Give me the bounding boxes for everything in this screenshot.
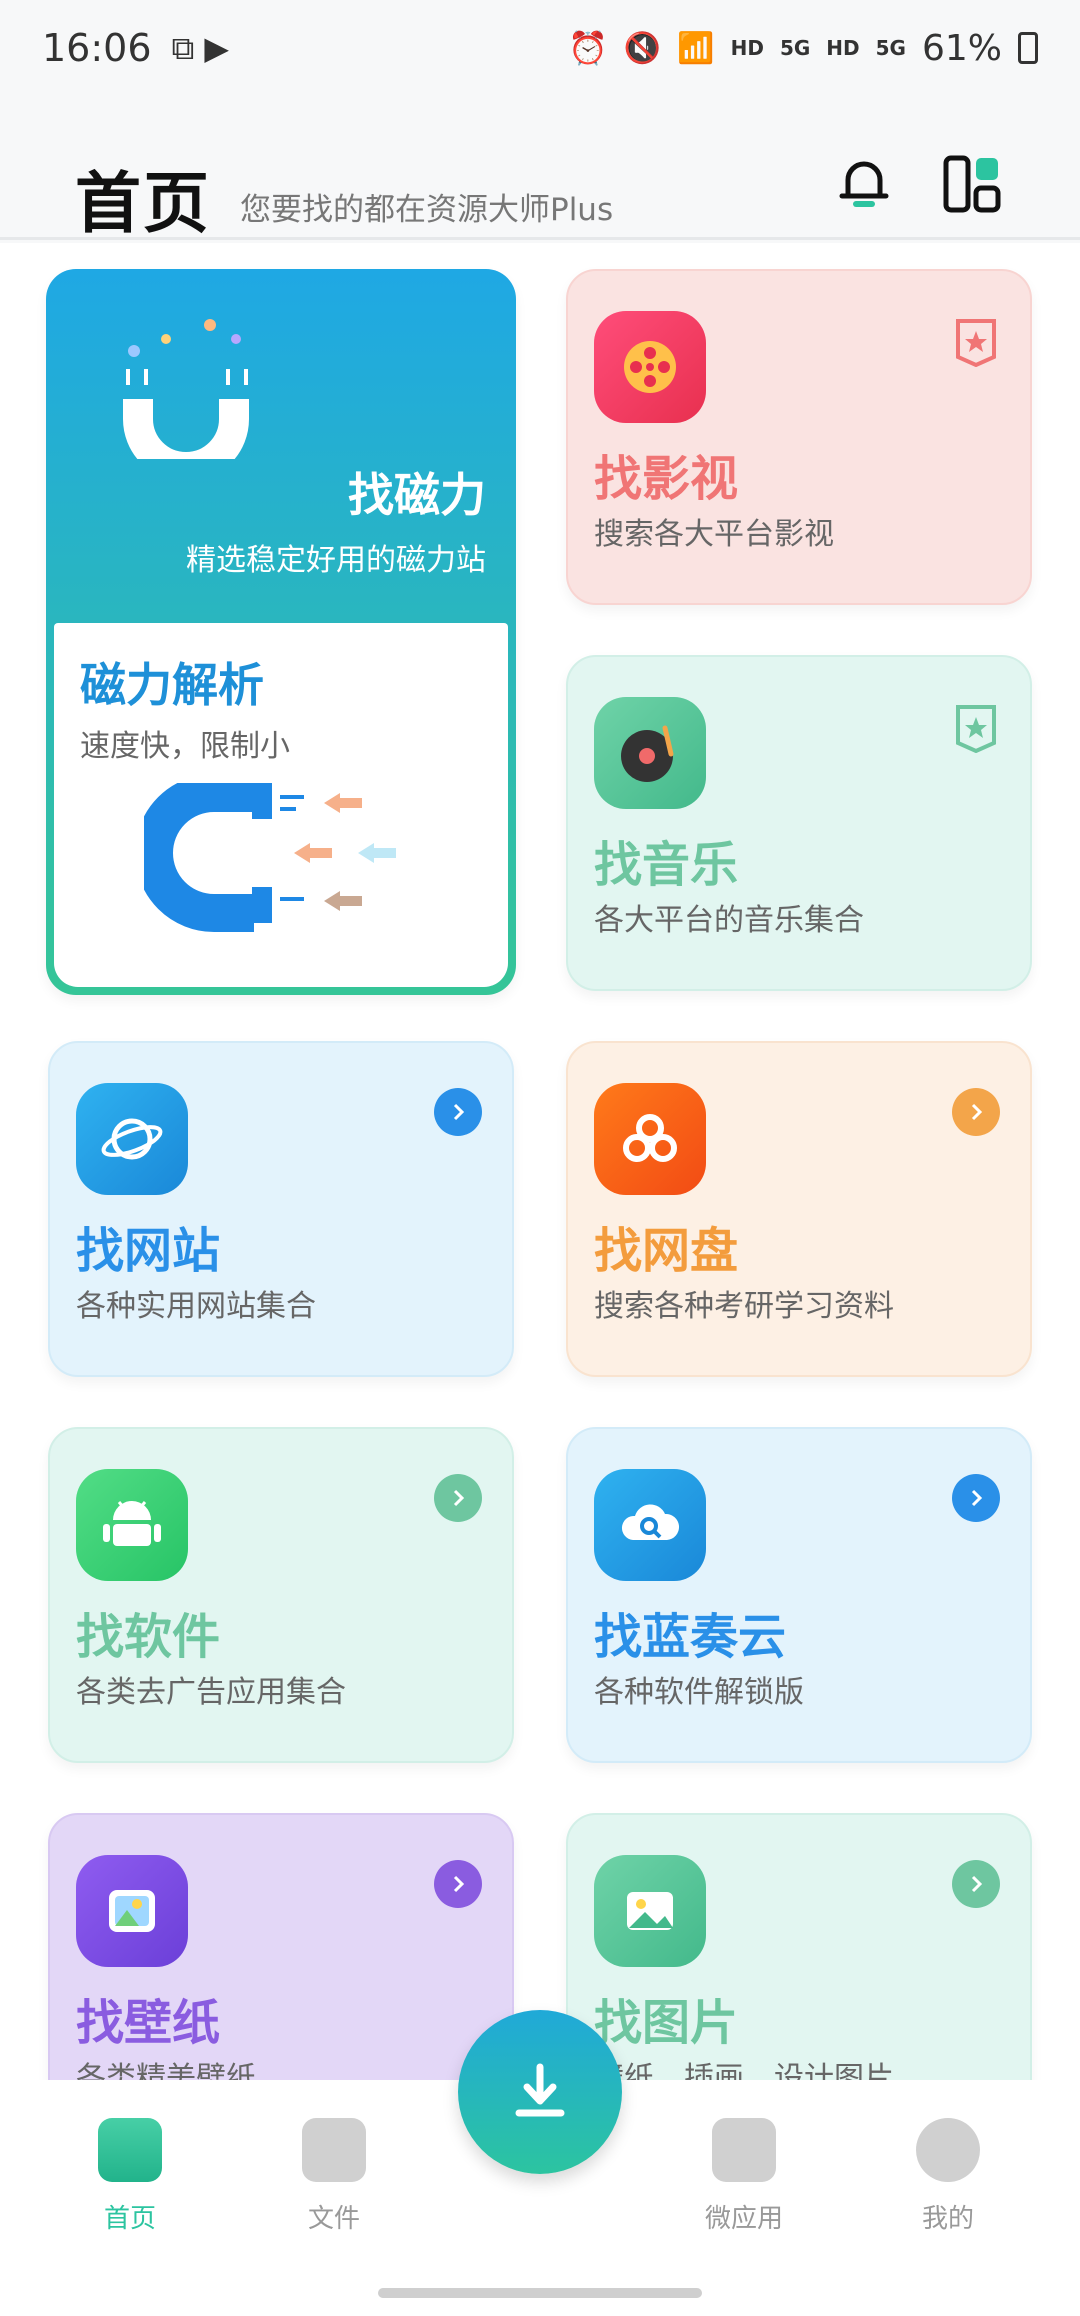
- cube-icon: [712, 2118, 776, 2182]
- card-wallpaper[interactable]: 找壁纸 各类精美壁纸: [48, 1813, 514, 2088]
- magnet-parse-panel[interactable]: 磁力解析 速度快，限制小: [54, 623, 508, 987]
- card-video-desc: 搜索各大平台影视: [594, 517, 834, 552]
- card-website-desc: 各种实用网站集合: [76, 1289, 316, 1324]
- mute-icon: 🔇: [623, 30, 662, 66]
- network-hd-2: HD: [826, 36, 860, 60]
- card-magnet[interactable]: 找磁力 精选稳定好用的磁力站 磁力解析 速度快，限制小: [46, 269, 516, 995]
- chevron-right-icon[interactable]: [952, 1088, 1000, 1136]
- cloud-search-icon: [594, 1469, 706, 1581]
- layout-grid-icon[interactable]: [940, 152, 1004, 216]
- nav-microapps[interactable]: 微应用: [684, 2118, 804, 2235]
- video-icon: ▶: [204, 29, 229, 67]
- nav-files[interactable]: 文件: [274, 2118, 394, 2235]
- screen-record-icon: ⧉: [171, 28, 195, 67]
- card-netdisk-desc: 搜索各种考研学习资料: [594, 1289, 894, 1324]
- battery-icon: [1018, 32, 1038, 64]
- nav-mine-label: 我的: [921, 2204, 974, 2234]
- card-website[interactable]: 找网站 各种实用网站集合: [48, 1041, 514, 1377]
- card-software-title: 找软件: [76, 1609, 221, 1665]
- card-music-desc: 各大平台的音乐集合: [594, 903, 864, 938]
- card-netdisk[interactable]: 找网盘 搜索各种考研学习资料: [566, 1041, 1032, 1377]
- nav-microapps-label: 微应用: [704, 2204, 783, 2234]
- card-video[interactable]: 找影视 搜索各大平台影视: [566, 269, 1032, 605]
- nav-home-label: 首页: [103, 2204, 156, 2234]
- magnet-parse-title: 磁力解析: [80, 658, 264, 712]
- status-bar: 16:06 ⧉ ▶ ⏰ 🔇 📶 HD 5G HD 5G 61%: [0, 0, 1080, 96]
- bag-icon: [302, 2118, 366, 2182]
- magnet-parse-illustration: [135, 774, 404, 933]
- page-subtitle: 您要找的都在资源大师Plus: [240, 192, 614, 228]
- bell-icon[interactable]: [832, 152, 896, 216]
- content-scroll[interactable]: 找磁力 精选稳定好用的磁力站 磁力解析 速度快，限制小 找影视 搜索各大平台影视…: [0, 243, 1080, 2088]
- film-reel-icon: [594, 311, 706, 423]
- card-netdisk-title: 找网盘: [594, 1223, 739, 1279]
- home-icon: [98, 2118, 162, 2182]
- home-indicator[interactable]: [378, 2288, 702, 2298]
- card-pictures-title: 找图片: [594, 1995, 739, 2051]
- nav-files-label: 文件: [307, 2204, 360, 2234]
- network-5g-1: 5G: [779, 36, 811, 60]
- chevron-right-icon[interactable]: [952, 1474, 1000, 1522]
- download-icon: [515, 2063, 565, 2117]
- android-icon: [76, 1469, 188, 1581]
- page-title: 首页: [75, 165, 211, 242]
- card-pictures[interactable]: 找图片 壁纸、插画、设计图片: [566, 1813, 1032, 2088]
- card-music[interactable]: 找音乐 各大平台的音乐集合: [566, 655, 1032, 991]
- card-lanzou-title: 找蓝奏云: [594, 1609, 787, 1665]
- wallpaper-icon: [76, 1855, 188, 1967]
- app-header: 首页 您要找的都在资源大师Plus: [0, 120, 1080, 242]
- card-video-title: 找影视: [594, 451, 739, 507]
- planet-icon: [76, 1083, 188, 1195]
- magnet-illustration: [86, 299, 286, 482]
- card-software[interactable]: 找软件 各类去广告应用集合: [48, 1427, 514, 1763]
- chevron-right-icon[interactable]: [434, 1088, 482, 1136]
- badge-star-icon: [950, 315, 1002, 368]
- status-right: ⏰ 🔇 📶 HD 5G HD 5G 61%: [568, 28, 1038, 69]
- nav-home[interactable]: 首页: [70, 2118, 190, 2235]
- magnet-desc: 精选稳定好用的磁力站: [186, 543, 486, 578]
- chevron-right-icon[interactable]: [434, 1474, 482, 1522]
- card-lanzou[interactable]: 找蓝奏云 各种软件解锁版: [566, 1427, 1032, 1763]
- cloud-disk-icon: [594, 1083, 706, 1195]
- network-5g-2: 5G: [875, 36, 906, 60]
- status-time: 16:06: [42, 26, 152, 70]
- card-software-desc: 各类去广告应用集合: [76, 1675, 346, 1710]
- image-gallery-icon: [594, 1855, 706, 1967]
- magnet-parse-desc: 速度快，限制小: [80, 729, 290, 764]
- chevron-right-icon[interactable]: [952, 1860, 1000, 1908]
- network-hd-1: HD: [730, 36, 764, 60]
- download-button[interactable]: [458, 2010, 622, 2174]
- badge-star-icon: [950, 701, 1002, 754]
- wifi-icon: 📶: [677, 30, 715, 66]
- nav-mine[interactable]: 我的: [888, 2118, 1008, 2235]
- card-website-title: 找网站: [76, 1223, 221, 1279]
- card-music-title: 找音乐: [594, 837, 739, 893]
- magnet-title: 找磁力: [348, 468, 486, 522]
- card-wallpaper-title: 找壁纸: [76, 1995, 221, 2051]
- battery-text: 61%: [921, 27, 1002, 69]
- user-icon: [916, 2118, 980, 2182]
- chevron-right-icon[interactable]: [434, 1860, 482, 1908]
- record-player-icon: [594, 697, 706, 809]
- alarm-icon: ⏰: [568, 29, 608, 67]
- card-lanzou-desc: 各种软件解锁版: [594, 1675, 804, 1710]
